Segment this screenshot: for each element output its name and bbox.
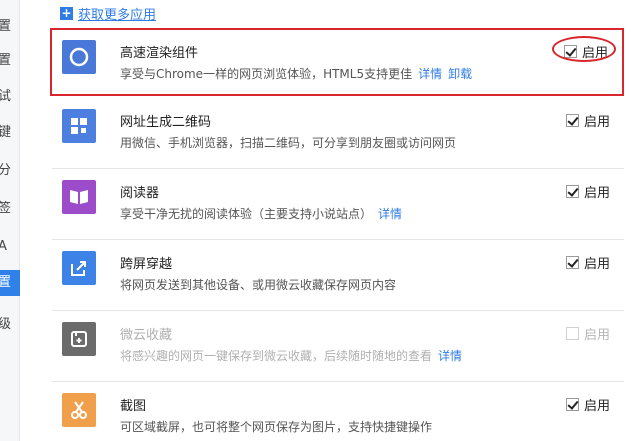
app-desc: 享受与Chrome一样的网页浏览体验，HTML5支持更佳 详情 卸载: [120, 67, 473, 81]
app-name: 跨屏穿越: [120, 257, 173, 272]
app-row-weiyun: 微云收藏 将感兴趣的网页一键保存到微云收藏，后续随时随地的查看 详情 启用: [52, 312, 624, 382]
app-name: 微云收藏: [120, 328, 173, 343]
app-row-qrcode: 网址生成二维码 用微信、手机浏览器，扫描二维码，可分享到朋友圈或访问网页 启用: [52, 99, 624, 169]
sidebar-item[interactable]: A: [0, 234, 20, 260]
chrome-render-icon: [62, 40, 96, 74]
enable-toggle[interactable]: 启用: [565, 182, 610, 201]
app-row-crossscreen: 跨屏穿越 将网页发送到其他设备、或用微云收藏保存网页内容 启用: [52, 241, 624, 311]
sidebar-item[interactable]: 签: [0, 196, 20, 222]
book-icon: [62, 180, 96, 214]
sidebar-item[interactable]: 试: [0, 84, 20, 110]
app-row-screenshot: 截图 可区域截屏，也可将整个网页保存为图片，支持快捷键操作 启用: [52, 383, 624, 441]
details-link[interactable]: 详情: [418, 67, 442, 81]
enable-checkbox[interactable]: [565, 398, 579, 411]
app-desc: 用微信、手机浏览器，扫描二维码，可分享到朋友圈或访问网页: [120, 136, 457, 150]
app-name: 高速渲染组件: [120, 46, 199, 61]
get-more-apps-label: 获取更多应用: [78, 7, 157, 23]
sidebar-item[interactable]: 级: [0, 312, 20, 338]
enable-checkbox[interactable]: [565, 185, 579, 198]
uninstall-link[interactable]: 卸载: [448, 67, 472, 81]
enable-checkbox[interactable]: [565, 256, 579, 269]
enable-toggle[interactable]: 启用: [565, 253, 610, 272]
sidebar-item[interactable]: 分: [0, 158, 20, 184]
details-link[interactable]: 详情: [378, 207, 402, 221]
sidebar-item[interactable]: 置: [0, 14, 20, 40]
highlight-ellipse: [552, 36, 616, 62]
share-icon: [62, 251, 96, 285]
app-desc: 可区域截屏，也可将整个网页保存为图片，支持快捷键操作: [120, 420, 433, 434]
enable-toggle[interactable]: 启用: [565, 324, 610, 343]
sidebar-item-active[interactable]: 置: [0, 270, 20, 296]
bookmark-icon: [62, 322, 96, 356]
app-row-reader: 阅读器 享受干净无扰的阅读体验（主要支持小说站点） 详情 启用: [52, 170, 624, 240]
enable-toggle[interactable]: 启用: [565, 395, 610, 414]
enable-toggle[interactable]: 启用: [565, 111, 610, 130]
sidebar-item[interactable]: 键: [0, 120, 20, 146]
enable-checkbox[interactable]: [565, 114, 579, 127]
enable-checkbox[interactable]: [565, 327, 579, 340]
app-desc: 将网页发送到其他设备、或用微云收藏保存网页内容: [120, 278, 397, 292]
settings-sidebar: 置 置 试 键 分 签 A 置 级: [0, 0, 20, 441]
app-desc: 享受干净无扰的阅读体验（主要支持小说站点） 详情: [120, 207, 403, 221]
scissors-icon: [62, 393, 96, 427]
get-more-apps-link[interactable]: + 获取更多应用: [60, 4, 157, 23]
app-row-render: 高速渲染组件 享受与Chrome一样的网页浏览体验，HTML5支持更佳 详情 卸载 …: [50, 28, 624, 96]
app-name: 阅读器: [120, 186, 160, 201]
app-desc: 将感兴趣的网页一键保存到微云收藏，后续随时随地的查看 详情: [120, 349, 463, 363]
details-link[interactable]: 详情: [438, 349, 462, 363]
app-name: 截图: [120, 399, 147, 414]
app-name: 网址生成二维码: [120, 115, 212, 130]
qrcode-icon: [62, 109, 96, 143]
plus-icon: +: [60, 5, 73, 20]
sidebar-item[interactable]: 置: [0, 48, 20, 74]
